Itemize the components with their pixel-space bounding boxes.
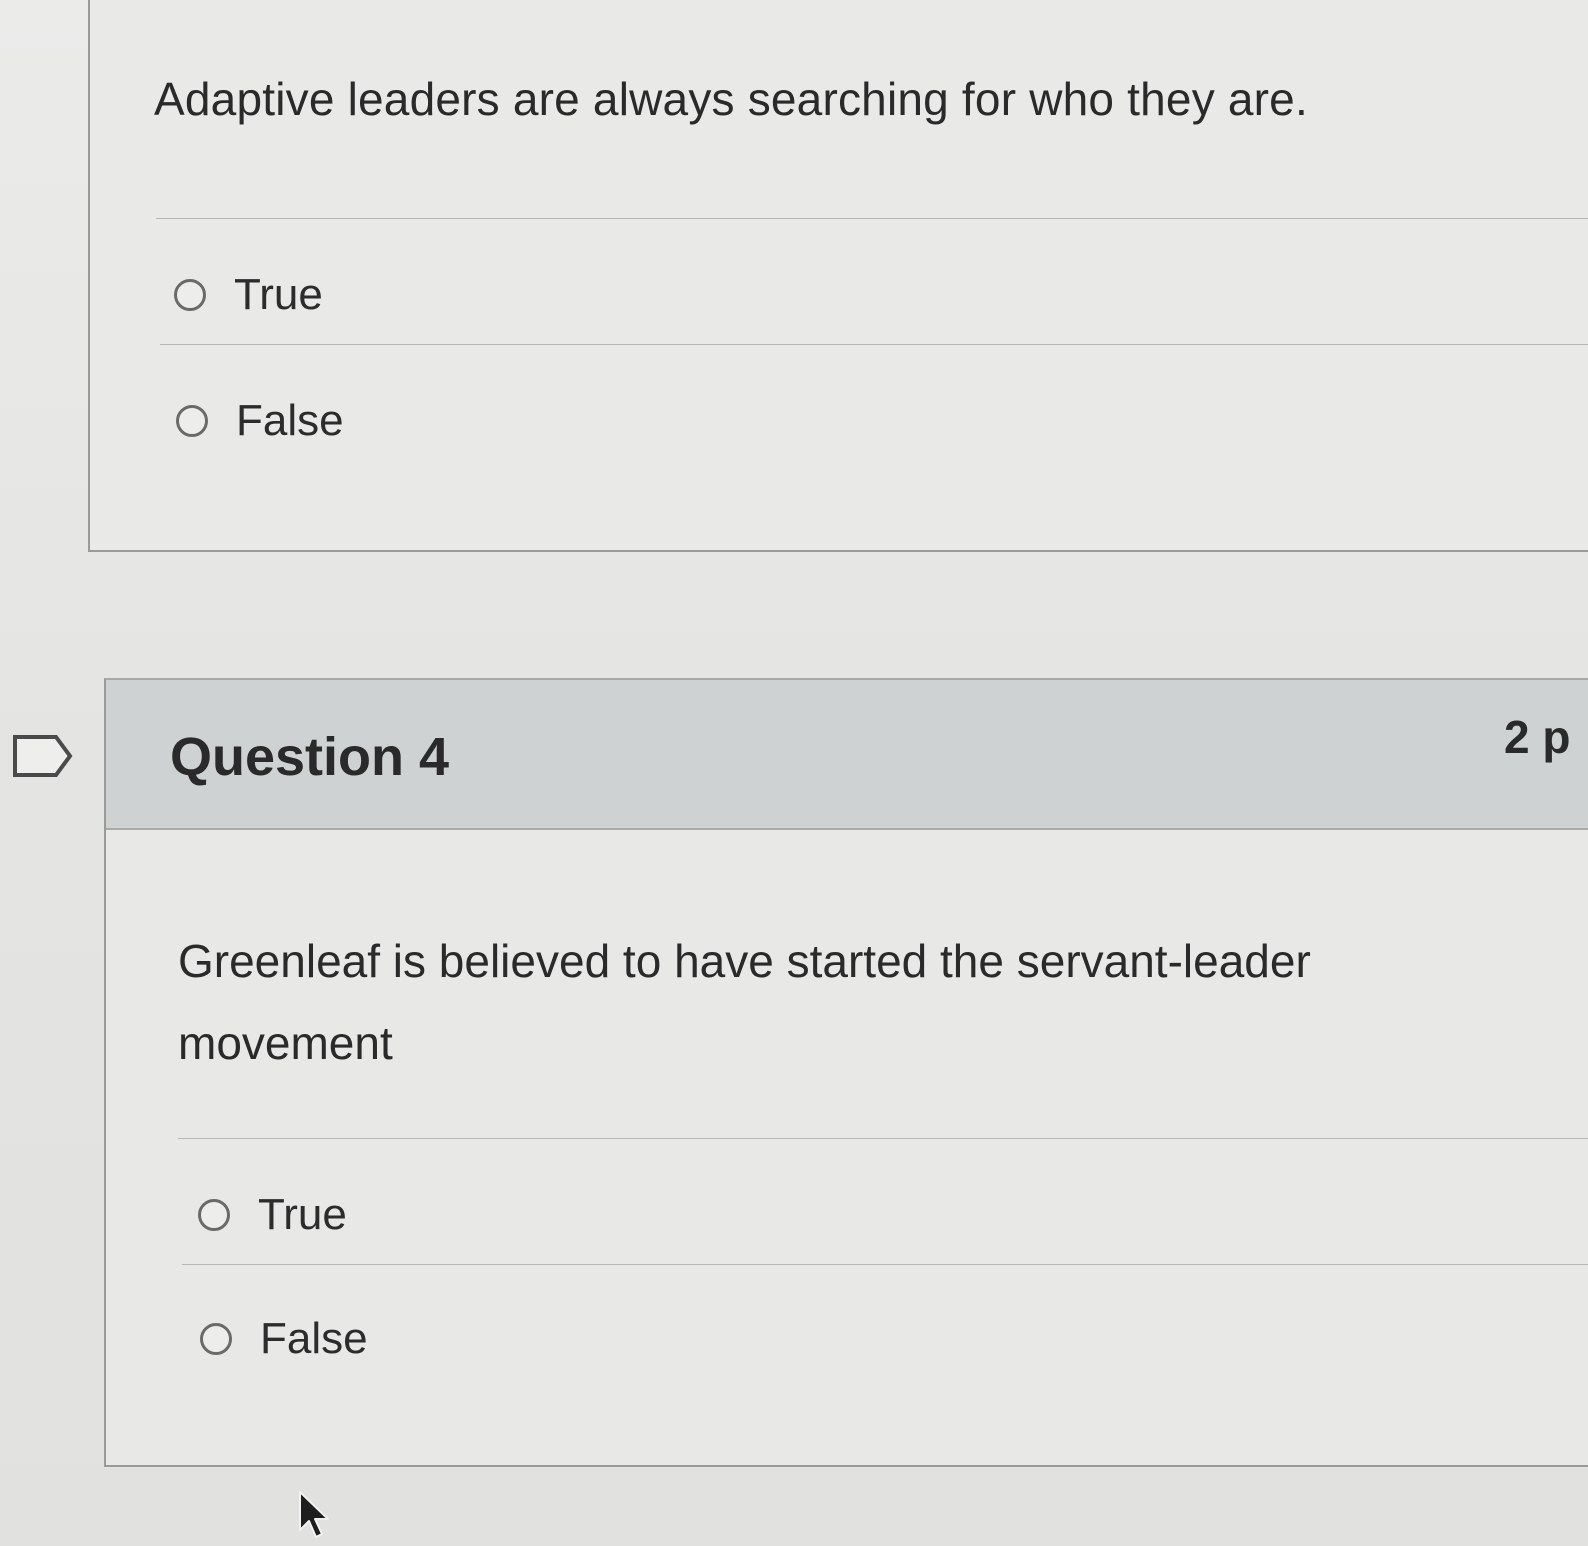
mouse-cursor-icon [299, 1491, 329, 1538]
radio-button-false[interactable] [176, 405, 208, 437]
question-3-answer-false[interactable]: False [176, 396, 344, 446]
question-points: 2 p [1504, 711, 1571, 763]
question-3-answer-true[interactable]: True [174, 270, 323, 320]
question-4-header: Question 4 2 p [106, 680, 1588, 830]
quiz-page: Adaptive leaders are always searching fo… [0, 0, 1588, 1546]
answer-label: False [236, 396, 344, 445]
flag-icon[interactable] [12, 734, 74, 778]
answer-label: True [258, 1190, 347, 1239]
answer-divider [160, 344, 1588, 345]
question-4-prompt: Greenleaf is believed to have started th… [178, 935, 1311, 1069]
question-3-prompt: Adaptive leaders are always searching fo… [154, 73, 1308, 125]
answer-divider [156, 218, 1588, 219]
answer-label: False [260, 1314, 368, 1363]
answer-divider [182, 1264, 1588, 1265]
radio-button-true[interactable] [198, 1199, 230, 1231]
question-4-answer-true[interactable]: True [198, 1190, 347, 1240]
answer-divider [178, 1138, 1588, 1139]
question-3-card: Adaptive leaders are always searching fo… [88, 0, 1588, 552]
question-4-card: Question 4 2 p Greenleaf is believed to … [104, 678, 1588, 1467]
radio-button-false[interactable] [200, 1323, 232, 1355]
answer-label: True [234, 270, 323, 319]
radio-button-true[interactable] [174, 279, 206, 311]
question-title: Question 4 [170, 727, 450, 787]
question-4-answer-false[interactable]: False [200, 1314, 368, 1364]
